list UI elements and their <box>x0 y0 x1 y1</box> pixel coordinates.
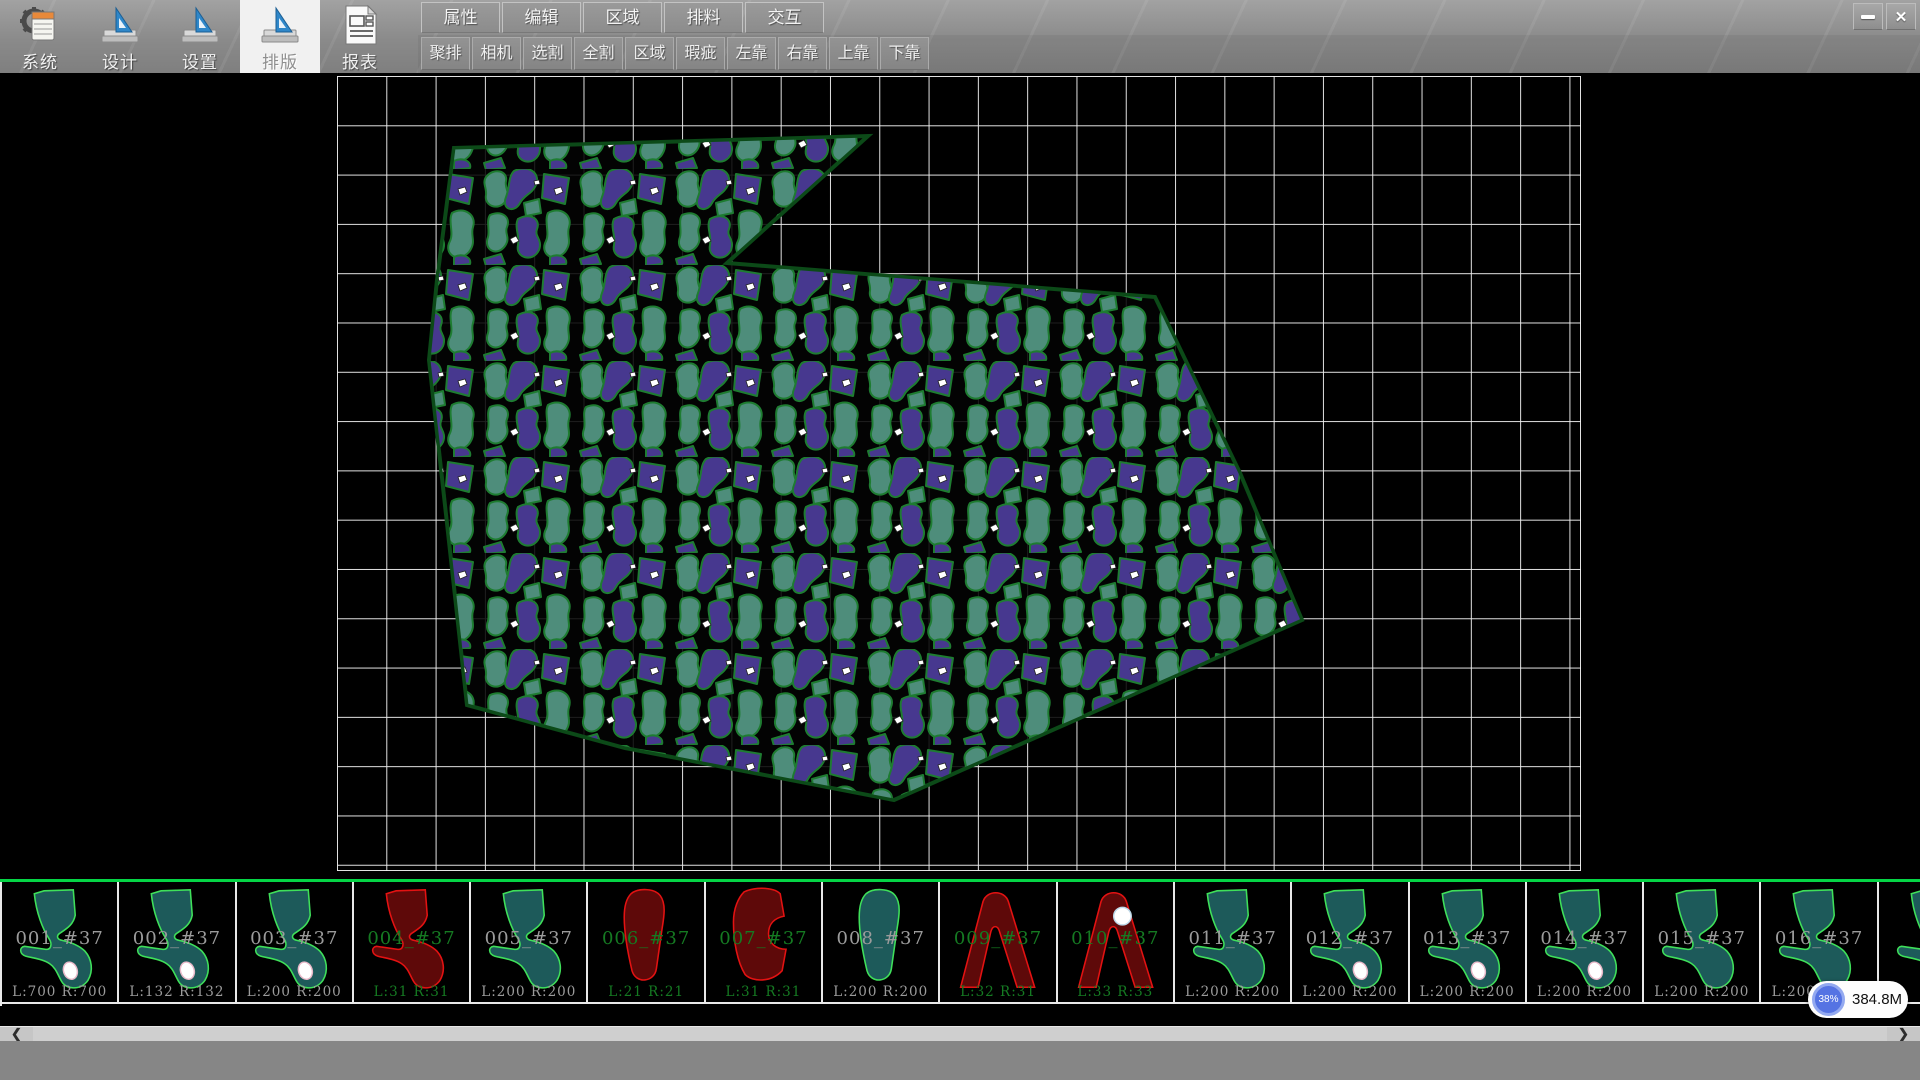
tool-button-右靠[interactable]: 右靠 <box>778 37 827 70</box>
pattern-thumbnail-strip: 001_#37 L:700 R:700 002_#37 L:132 R:132 … <box>0 882 1920 1006</box>
pattern-lr-count: L:31 R:31 <box>706 984 821 1000</box>
pattern-id: 001_#37 <box>2 928 117 949</box>
pattern-thumbnail[interactable]: 006_#37 L:21 R:21 <box>588 882 705 1004</box>
pattern-id: 009_#37 <box>940 928 1055 949</box>
tool-button-左靠[interactable]: 左靠 <box>727 37 776 70</box>
tool-button-选割[interactable]: 选割 <box>523 37 572 70</box>
set-square-icon <box>178 4 222 46</box>
main-button-group: 系统 设计 设置 排版 <box>0 0 400 73</box>
hide-pieces <box>429 136 1302 800</box>
tool-button-上靠[interactable]: 上靠 <box>829 37 878 70</box>
tool-button-区域[interactable]: 区域 <box>625 37 674 70</box>
pattern-id: 012_#37 <box>1292 928 1407 949</box>
pattern-id: 003_#37 <box>237 928 352 949</box>
scroll-right-arrow[interactable]: ❯ <box>1887 1027 1920 1042</box>
pattern-lr-count: L:132 R:132 <box>119 984 234 1000</box>
pattern-thumbnail[interactable]: 007_#37 L:31 R:31 <box>706 882 823 1004</box>
tool-button-瑕疵[interactable]: 瑕疵 <box>676 37 725 70</box>
pattern-thumbnail[interactable]: 010_#37 L:33 R:33 <box>1058 882 1175 1004</box>
pattern-id: 010_#37 <box>1058 928 1173 949</box>
main-button-设置[interactable]: 设置 <box>160 0 240 73</box>
status-bar <box>0 1041 1920 1080</box>
horizontal-scrollbar[interactable]: ❮ ❯ <box>0 1026 1920 1041</box>
pattern-id: 005_#37 <box>471 928 586 949</box>
minimize-icon <box>1861 15 1875 19</box>
pattern-thumbnail[interactable]: 002_#37 L:132 R:132 <box>119 882 236 1004</box>
nesting-canvas[interactable] <box>0 73 1920 879</box>
pattern-id: 008_#37 <box>823 928 938 949</box>
menu-row-1: 属性编辑区域排料交互 <box>421 2 824 33</box>
pattern-id: 016_#37 <box>1761 928 1876 949</box>
memory-badge[interactable]: 38% 384.8M <box>1808 981 1908 1018</box>
pattern-lr-count: L:200 R:200 <box>823 984 938 1000</box>
pattern-lr-count: L:33 R:33 <box>1058 984 1173 1000</box>
set-square-icon <box>258 4 302 46</box>
pattern-thumbnail[interactable]: 009_#37 L:32 R:31 <box>940 882 1057 1004</box>
pattern-lr-count: L:200 R:200 <box>1410 984 1525 1000</box>
menu-row-2: 聚排相机选割全割区域瑕疵左靠右靠上靠下靠 <box>421 37 929 70</box>
main-button-报表[interactable]: 报表 <box>320 0 400 73</box>
main-button-label: 报表 <box>342 48 378 73</box>
pattern-thumbnail[interactable]: 012_#37 L:200 R:200 <box>1292 882 1409 1004</box>
pattern-id: 004_#37 <box>354 928 469 949</box>
tool-button-全割[interactable]: 全割 <box>574 37 623 70</box>
main-button-排版[interactable]: 排版 <box>240 0 320 73</box>
pattern-id: 007_#37 <box>706 928 821 949</box>
leather-hide[interactable] <box>0 73 1920 879</box>
pattern-id: 006_#37 <box>588 928 703 949</box>
pattern-id: 011_#37 <box>1175 928 1290 949</box>
main-button-label: 设计 <box>102 48 138 73</box>
close-icon: ✕ <box>1895 8 1908 26</box>
tool-button-相机[interactable]: 相机 <box>472 37 521 70</box>
main-button-设计[interactable]: 设计 <box>80 0 160 73</box>
main-button-label: 设置 <box>182 48 218 73</box>
minimize-button[interactable] <box>1853 3 1883 30</box>
main-button-系统[interactable]: 系统 <box>0 0 80 73</box>
pattern-thumbnail[interactable]: 003_#37 L:200 R:200 <box>237 882 354 1004</box>
pattern-thumbnail[interactable]: 005_#37 L:200 R:200 <box>471 882 588 1004</box>
pattern-id: 002_#37 <box>119 928 234 949</box>
pattern-id: 013_#37 <box>1410 928 1525 949</box>
pattern-lr-count: L:700 R:700 <box>2 984 117 1000</box>
window-controls: ✕ <box>1853 3 1916 30</box>
pattern-lr-count: L:21 R:21 <box>588 984 703 1000</box>
menu-item-属性[interactable]: 属性 <box>421 2 500 33</box>
main-button-label: 排版 <box>262 48 298 73</box>
pattern-thumbnail[interactable]: 013_#37 L:200 R:200 <box>1410 882 1527 1004</box>
tool-button-聚排[interactable]: 聚排 <box>421 37 470 70</box>
set-square-icon <box>98 4 142 46</box>
pattern-lr-count: L:200 R:200 <box>471 984 586 1000</box>
gear-doc-icon <box>18 4 62 46</box>
menu-item-编辑[interactable]: 编辑 <box>502 2 581 33</box>
pattern-thumbnail[interactable]: 004_#37 L:31 R:31 <box>354 882 471 1004</box>
progress-circle: 38% <box>1812 983 1845 1016</box>
pattern-id: 014_#37 <box>1527 928 1642 949</box>
main-button-label: 系统 <box>22 48 58 73</box>
menu-item-排料[interactable]: 排料 <box>664 2 743 33</box>
pattern-thumbnail[interactable]: 008_#37 L:200 R:200 <box>823 882 940 1004</box>
pattern-lr-count: L:31 R:31 <box>354 984 469 1000</box>
scroll-left-arrow[interactable]: ❮ <box>0 1027 33 1042</box>
pattern-lr-count: L:200 R:200 <box>1644 984 1759 1000</box>
pattern-thumbnail[interactable]: 001_#37 L:700 R:700 <box>2 882 119 1004</box>
pattern-lr-count: L:200 R:200 <box>1292 984 1407 1000</box>
toolbar: 系统 设计 设置 排版 <box>0 0 1920 73</box>
tool-button-下靠[interactable]: 下靠 <box>880 37 929 70</box>
close-button[interactable]: ✕ <box>1886 3 1916 30</box>
pattern-id: 015_#37 <box>1644 928 1759 949</box>
report-doc-icon <box>338 4 382 46</box>
menu-item-区域[interactable]: 区域 <box>583 2 662 33</box>
memory-value: 384.8M <box>1852 981 1902 1018</box>
pattern-lr-count: L:200 R:200 <box>237 984 352 1000</box>
pattern-thumbnail[interactable]: 014_#37 L:200 R:200 <box>1527 882 1644 1004</box>
pattern-thumbnail[interactable]: 011_#37 L:200 R:200 <box>1175 882 1292 1004</box>
menu-item-交互[interactable]: 交互 <box>745 2 824 33</box>
pattern-thumbnail[interactable]: 015_#37 L:200 R:200 <box>1644 882 1761 1004</box>
pattern-lr-count: L:32 R:31 <box>940 984 1055 1000</box>
pattern-id: 0 <box>1879 928 1920 949</box>
pattern-lr-count: L:200 R:200 <box>1527 984 1642 1000</box>
app-window: { "toolbar": { "main_buttons": [ { "labe… <box>0 0 1920 1080</box>
pattern-lr-count: L:200 R:200 <box>1175 984 1290 1000</box>
progress-percent: 38% <box>1818 994 1838 1005</box>
